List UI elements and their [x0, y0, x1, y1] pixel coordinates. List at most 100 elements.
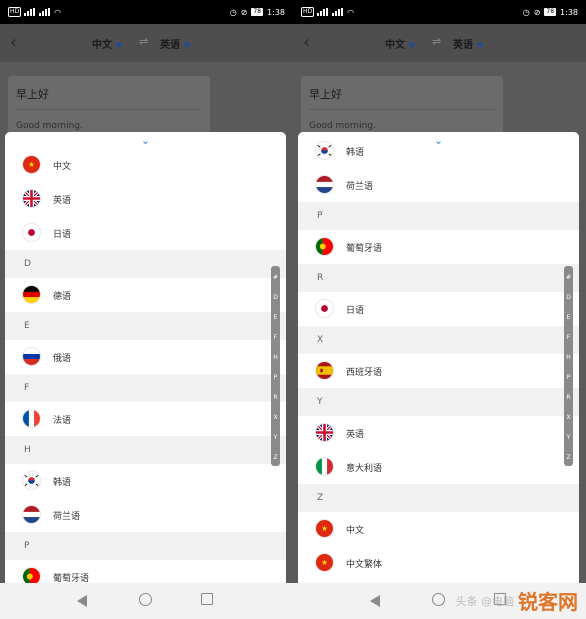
index-letter[interactable]: F	[274, 328, 277, 348]
language-option[interactable]: 日语	[5, 216, 286, 250]
nav-home-icon[interactable]	[139, 593, 152, 606]
section-letter: H	[24, 445, 31, 455]
section-letter: P	[24, 541, 30, 551]
language-option[interactable]: 德语	[5, 278, 286, 312]
mute-icon: ⊘	[240, 7, 248, 17]
language-option[interactable]: 西班牙语	[298, 354, 579, 388]
italy-flag-icon	[316, 458, 333, 475]
target-language-selector[interactable]: 英语 ▼	[453, 36, 483, 51]
watermark: 头条 @电脑 锐客网	[456, 586, 579, 615]
language-option[interactable]: ★ 中文	[5, 148, 286, 182]
language-option[interactable]: ★ 中文	[298, 512, 579, 546]
section-letter: Z	[317, 493, 324, 503]
japan-flag-icon	[23, 224, 40, 241]
language-option[interactable]: ★ 中文繁体	[298, 546, 579, 580]
back-arrow-icon[interactable]: ‹	[10, 34, 17, 52]
language-option[interactable]: 韩语	[5, 464, 286, 498]
alarm-icon: ◷	[229, 7, 237, 17]
language-option[interactable]: 韩语	[298, 134, 579, 168]
index-letter[interactable]: X	[273, 408, 277, 428]
russia-flag-icon	[23, 348, 40, 365]
index-letter[interactable]: P	[567, 368, 571, 388]
top-bar: ‹ 中文 ▼ ⇌ 英语 ▼	[0, 24, 293, 62]
section-letter: X	[317, 335, 324, 345]
navigation-bar	[0, 583, 293, 619]
language-name: 韩语	[346, 147, 365, 158]
index-letter[interactable]: R	[566, 388, 570, 408]
section-header: P	[5, 532, 286, 560]
language-picker-sheet: ⌄ ★ 中文 英语 日语 D 德语 E 俄语 F 法语 H 韩语 荷兰语 P 葡萄牙语 # D E F H P R X Y Z	[5, 132, 286, 583]
svg-text:★: ★	[321, 524, 328, 533]
language-option[interactable]: 法语	[5, 402, 286, 436]
china-flag-icon: ★	[23, 156, 40, 173]
target-language-label: 英语	[453, 40, 473, 51]
section-letter: E	[24, 321, 30, 331]
language-option[interactable]: 日语	[298, 292, 579, 326]
language-picker-sheet: ⌄ 韩语 荷兰语 P 葡萄牙语 R 日语 X 西班牙语 Y 英语 意大利语 Z ★ 中文 ★ 中文繁体 # D E…	[298, 132, 579, 583]
nav-back-icon[interactable]	[370, 595, 380, 607]
signal-icon	[24, 8, 36, 16]
clock: 1:38	[267, 7, 285, 17]
nav-back-icon[interactable]	[77, 595, 87, 607]
china-flag-icon: ★	[316, 520, 333, 537]
swap-icon[interactable]: ⇌	[432, 35, 441, 48]
source-text: 早上好	[16, 88, 49, 101]
index-letter[interactable]: #	[273, 268, 278, 288]
language-option[interactable]: 葡萄牙语	[5, 560, 286, 583]
caret-down-icon: ▼	[116, 41, 123, 50]
index-letter[interactable]: #	[566, 268, 571, 288]
language-name: 葡萄牙语	[346, 243, 383, 254]
index-letter[interactable]: E	[274, 308, 278, 328]
netherlands-flag-icon	[316, 176, 333, 193]
index-letter[interactable]: Z	[273, 448, 277, 468]
language-option[interactable]: 英语	[5, 182, 286, 216]
target-language-selector[interactable]: 英语 ▼	[160, 36, 190, 51]
language-option[interactable]: 俄语	[5, 340, 286, 374]
chevron-down-icon[interactable]: ⌄	[141, 134, 150, 147]
language-option[interactable]: 荷兰语	[5, 498, 286, 532]
index-letter[interactable]: H	[566, 348, 571, 368]
source-text: 早上好	[309, 88, 342, 101]
swap-icon[interactable]: ⇌	[139, 35, 148, 48]
spain-flag-icon	[316, 362, 333, 379]
index-letter[interactable]: Y	[567, 428, 571, 448]
source-language-selector[interactable]: 中文 ▼	[385, 36, 415, 51]
language-option[interactable]: 英语	[298, 416, 579, 450]
back-arrow-icon[interactable]: ‹	[303, 34, 310, 52]
source-language-selector[interactable]: 中文 ▼	[92, 36, 122, 51]
index-letter[interactable]: H	[273, 348, 278, 368]
index-letter[interactable]: R	[273, 388, 277, 408]
index-letter[interactable]: Y	[274, 428, 278, 448]
svg-text:★: ★	[28, 160, 35, 169]
china-flag-icon: ★	[316, 554, 333, 571]
section-letter: D	[24, 259, 31, 269]
index-letter[interactable]: X	[566, 408, 570, 428]
portugal-flag-icon	[23, 568, 40, 583]
language-option[interactable]: 荷兰语	[298, 168, 579, 202]
caret-down-icon: ▼	[409, 41, 416, 50]
alphabet-index[interactable]: # D E F H P R X Y Z	[564, 266, 573, 466]
divider	[16, 109, 202, 110]
section-header: R	[298, 264, 579, 292]
language-name: 中文	[346, 525, 365, 536]
index-letter[interactable]: D	[273, 288, 278, 308]
nav-home-icon[interactable]	[432, 593, 445, 606]
language-option[interactable]: 葡萄牙语	[298, 230, 579, 264]
uk-flag-icon	[23, 190, 40, 207]
signal-icon	[39, 8, 51, 16]
france-flag-icon	[23, 410, 40, 427]
nav-recents-icon[interactable]	[201, 593, 213, 605]
language-option[interactable]: 意大利语	[298, 450, 579, 484]
language-name: 日语	[346, 305, 365, 316]
alphabet-index[interactable]: # D E F H P R X Y Z	[271, 266, 280, 466]
index-letter[interactable]: P	[274, 368, 278, 388]
index-letter[interactable]: F	[567, 328, 570, 348]
index-letter[interactable]: E	[567, 308, 571, 328]
wifi-icon: ◠	[54, 7, 62, 17]
section-letter: R	[317, 273, 324, 283]
section-header: Y	[298, 388, 579, 416]
index-letter[interactable]: Z	[566, 448, 570, 468]
index-letter[interactable]: D	[566, 288, 571, 308]
language-name: 荷兰语	[53, 511, 81, 522]
language-name: 英语	[346, 429, 365, 440]
